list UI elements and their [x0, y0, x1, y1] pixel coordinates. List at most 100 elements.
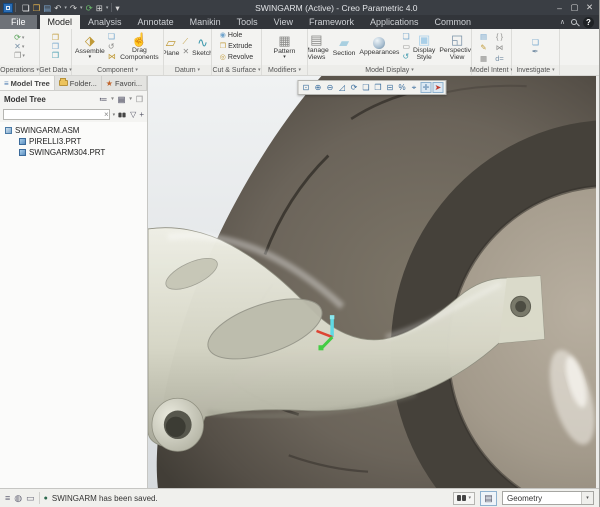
- import-icon[interactable]: ❒: [52, 34, 59, 42]
- help-icon[interactable]: ?: [583, 16, 594, 28]
- group-label-datum[interactable]: Datum ▾: [164, 65, 211, 75]
- repaint-button[interactable]: ⟳: [349, 82, 360, 93]
- regenerate-icon[interactable]: ⟳: [86, 3, 93, 13]
- display-style-button[interactable]: ▣ Display Style: [412, 32, 436, 62]
- scenes-icon[interactable]: ❏: [402, 33, 410, 41]
- full-screen-toggle-icon[interactable]: ▭: [26, 493, 35, 504]
- group-label-modifiers[interactable]: Modifiers ▾: [262, 65, 307, 75]
- group-label-component[interactable]: Component ▾: [72, 65, 163, 75]
- drag-components-button[interactable]: ☝ Drag Components: [118, 32, 161, 62]
- collapse-ribbon-icon[interactable]: ∧: [560, 18, 565, 26]
- component-interfaces-icon[interactable]: ❏: [108, 33, 116, 41]
- refit-button[interactable]: ◿: [337, 82, 348, 93]
- command-search-icon[interactable]: [571, 19, 577, 25]
- group-label-investigate[interactable]: Investigate ▾: [512, 65, 559, 75]
- undo-icon[interactable]: ↶: [54, 3, 61, 13]
- parameters-icon[interactable]: { }: [496, 32, 503, 41]
- sketch-button[interactable]: ∿ Sketch: [191, 36, 211, 58]
- tree-node-part[interactable]: SWINGARM304.PRT: [0, 147, 147, 158]
- section-button[interactable]: ▰ Section: [332, 36, 357, 58]
- user-defined-feature-icon[interactable]: ❒: [52, 43, 59, 51]
- tab-folder-browser[interactable]: Folder...: [55, 76, 102, 90]
- filter-icon[interactable]: ▽: [130, 110, 136, 119]
- datum-axis-icon[interactable]: ⟋: [182, 38, 189, 46]
- maximize-button[interactable]: ▢: [568, 2, 581, 13]
- zoom-in-button[interactable]: ⊕: [313, 82, 324, 93]
- clear-search-icon[interactable]: ×: [104, 109, 109, 120]
- new-file-icon[interactable]: ❏: [22, 3, 30, 13]
- tree-filters-icon[interactable]: ≔: [99, 95, 107, 104]
- regenerate-caret-icon[interactable]: ▾: [22, 34, 25, 42]
- tab-analysis[interactable]: Analysis: [80, 15, 130, 29]
- tab-tools[interactable]: Tools: [229, 15, 266, 29]
- display-style-button[interactable]: ❏: [361, 82, 372, 93]
- web-browser-toggle-icon[interactable]: ◍: [14, 493, 22, 504]
- tree-node-assembly[interactable]: SWINGARM.ASM: [0, 125, 147, 136]
- tree-columns-icon[interactable]: ▤: [118, 95, 126, 104]
- assemble-caret-icon[interactable]: ▾: [89, 54, 92, 61]
- tree-collapse-icon[interactable]: ❐: [136, 95, 143, 104]
- model-player-icon[interactable]: ❏: [532, 38, 539, 47]
- regenerate-icon[interactable]: ⟳: [14, 34, 21, 42]
- selection-filter-dropdown[interactable]: Geometry ▾: [502, 491, 594, 505]
- datum-display-button[interactable]: %: [397, 82, 408, 93]
- delete-caret-icon[interactable]: ▾: [22, 43, 25, 51]
- open-file-icon[interactable]: ❐: [33, 3, 41, 13]
- saved-orientations-button[interactable]: ❐: [373, 82, 384, 93]
- extrude-button[interactable]: ❒ Extrude: [220, 42, 252, 52]
- group-label-model-intent[interactable]: Model Intent▾: [470, 65, 513, 75]
- selection-filter-caret-icon[interactable]: ▾: [581, 492, 593, 504]
- zoom-region-button[interactable]: ⊡: [301, 82, 312, 93]
- selection-filter-button[interactable]: ▤: [480, 490, 497, 506]
- find-icon[interactable]: [118, 112, 122, 117]
- pattern-button[interactable]: ▦ Pattern ▾: [273, 33, 297, 61]
- redo-caret-icon[interactable]: ▾: [80, 5, 83, 11]
- find-caret-icon[interactable]: ▾: [468, 495, 471, 501]
- graphics-viewport[interactable]: ⊡ ⊕ ⊖ ◿ ⟳ ❏ ❐ ⊟ % ⌖ ✛ ➤: [148, 76, 599, 488]
- navigator-toggle-icon[interactable]: ≡: [5, 493, 10, 503]
- orient-mode-button[interactable]: ➤: [432, 82, 444, 93]
- datum-point-icon[interactable]: ✕: [182, 48, 189, 56]
- tab-framework[interactable]: Framework: [301, 15, 362, 29]
- group-label-cut-surface[interactable]: Cut & Surface ▾: [212, 65, 261, 75]
- tab-model[interactable]: Model: [39, 15, 81, 29]
- zoom-out-button[interactable]: ⊖: [325, 82, 336, 93]
- expand-search-icon[interactable]: +: [139, 110, 144, 119]
- appearances-button[interactable]: Appearances: [358, 37, 400, 56]
- annotation-display-button[interactable]: ⌖: [409, 82, 420, 93]
- tree-search-input[interactable]: [3, 109, 110, 120]
- tab-applications[interactable]: Applications: [362, 15, 427, 29]
- group-label-operations[interactable]: Operations ▾: [0, 65, 39, 75]
- hole-button[interactable]: ◉ Hole: [220, 31, 243, 41]
- tab-model-tree[interactable]: ≡ Model Tree: [0, 76, 55, 90]
- perspective-view-button[interactable]: ◱ Perspective View: [438, 32, 471, 62]
- customize-toolbar-icon[interactable]: ▾: [115, 3, 119, 13]
- tree-filters-caret-icon[interactable]: ▾: [111, 96, 114, 102]
- program-icon[interactable]: ▦: [480, 54, 487, 63]
- tab-favorites[interactable]: ★ Favori...: [102, 76, 147, 90]
- tree-columns-caret-icon[interactable]: ▾: [129, 96, 132, 102]
- close-button[interactable]: ✕: [583, 2, 596, 13]
- refit-scene-icon[interactable]: ↺: [402, 53, 410, 61]
- plane-button[interactable]: ▱ Plane: [164, 36, 180, 58]
- app-icon[interactable]: [3, 2, 13, 13]
- view-manager-button[interactable]: ⊟: [385, 82, 396, 93]
- tab-view[interactable]: View: [266, 15, 301, 29]
- copy-icon[interactable]: ❐: [14, 52, 21, 60]
- switch-symbols-icon[interactable]: ⋈: [496, 43, 504, 52]
- repeat-component-icon[interactable]: ↺: [108, 43, 116, 51]
- search-options-caret-icon[interactable]: ▾: [113, 112, 116, 118]
- tab-common[interactable]: Common: [427, 15, 480, 29]
- undo-caret-icon[interactable]: ▾: [64, 5, 67, 11]
- spin-center-toggle-button[interactable]: ✛: [420, 82, 432, 93]
- minimize-button[interactable]: –: [553, 3, 566, 13]
- family-table-icon[interactable]: ✎: [480, 43, 486, 52]
- group-label-get-data[interactable]: Get Data ▾: [39, 65, 72, 75]
- copy-geometry-icon[interactable]: ❒: [52, 52, 59, 60]
- redo-icon[interactable]: ↷: [70, 3, 77, 13]
- window-switch-icon[interactable]: ⊞: [96, 3, 103, 13]
- manage-views-button[interactable]: ▤ Manage Views: [308, 32, 330, 62]
- render-window-icon[interactable]: ▭: [402, 43, 410, 51]
- paste-caret-icon[interactable]: ▾: [22, 52, 25, 60]
- find-tool-button[interactable]: ▾: [453, 491, 475, 505]
